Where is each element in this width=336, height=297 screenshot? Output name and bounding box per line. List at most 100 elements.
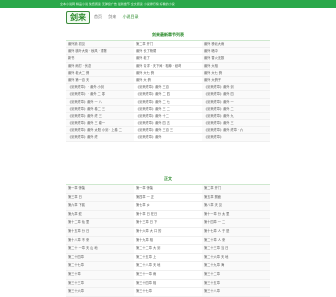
chapter-link[interactable]: 第十七章 人 于 是 (202, 227, 270, 236)
chapter-link[interactable]: 第十三章 日 下 (134, 219, 202, 227)
chapter-link[interactable]: 第六章 下载 (66, 202, 134, 210)
chapter-link[interactable]: 《剑来终章》番外 九 (202, 112, 270, 120)
chapter-link[interactable]: 《剑来终章》番外 卷二 三 (66, 105, 134, 112)
chapter-row: 第二十四章 第二十五章 上第二十六章 天 地 (66, 253, 270, 263)
breadcrumb-book-link[interactable]: 剑来 (108, 14, 116, 19)
chapter-link[interactable]: 第七章 乡 (134, 202, 202, 210)
chapter-link[interactable]: 《剑来终章》番外 三百 三 (134, 127, 202, 133)
chapter-link[interactable]: 第十五章 分 日 (66, 227, 134, 236)
chapter-link[interactable]: 《剑来终章》番外 二 七 (134, 99, 202, 105)
chapter-link[interactable]: 第二章 开门 (134, 41, 202, 47)
chapter-row: 第二十七章 第二十八章 天 地第二十九章 海 (66, 262, 270, 271)
chapter-link[interactable]: 番外 大鸽子 (202, 76, 270, 84)
chapter-link[interactable]: 第一章 惊蛰 (134, 185, 202, 193)
chapter-row: 第十五章 分 日第十六章 大 口 的第十七章 人 于 是 (66, 227, 270, 237)
chapter-link[interactable]: 第十八章 不 来 (66, 236, 134, 245)
chapter-link[interactable]: 第二十九章 海 (202, 262, 270, 270)
chapter-link[interactable]: 《剑来终章》 · 番外 二 零 (66, 91, 134, 98)
chapter-link[interactable]: 第三章 日 (66, 193, 134, 202)
chapter-row: 《剑来终章》番外 三 卷一 《剑来终章》番外 四 五《剑来终章》番外 三 (66, 120, 270, 128)
chapter-link[interactable]: 第三十三章 (66, 279, 134, 288)
chapter-link[interactable]: 第五章 照面 (202, 193, 270, 202)
chapter-link[interactable]: 第三十七章 (134, 288, 202, 296)
chapter-link[interactable]: 第十六章 大 口 的 (134, 228, 202, 236)
chapter-link[interactable]: 《剑来终章》番外 终 三 (66, 112, 134, 120)
chapter-link[interactable]: 第十章 日 在日 (134, 211, 202, 219)
chapter-link[interactable]: 《剑来终章》番外 三 (202, 120, 270, 127)
chapter-link[interactable]: 《剑来终章》番外 十二 (134, 113, 202, 119)
site-header: 剑来 首页 剑来 小说目录 (66, 10, 270, 26)
chapter-link[interactable]: 第十一章 分 太 里 (202, 210, 270, 219)
chapter-link[interactable]: 《剑来终章》番外 四 五 (134, 120, 202, 126)
chapter-link[interactable]: 第四章 一 正 (134, 194, 202, 202)
chapter-link[interactable]: 第二十七章 (66, 262, 134, 270)
chapter-link[interactable]: 番外 香火无数 (202, 55, 270, 62)
site-logo[interactable]: 剑来 (66, 11, 90, 24)
chapter-link[interactable]: 番外 桃叶大街 · 秋风 · 重陈 (66, 48, 134, 55)
chapter-link[interactable]: 《剑来终章》 · 番外 小剑 (66, 84, 134, 91)
chapter-link[interactable]: 第二十三章 当 日 (202, 245, 270, 253)
chapter-row: 番外 桃叶大街 · 秋风 · 重陈 番外 长了杨荫 番外 暗中 (66, 48, 270, 56)
chapter-link[interactable]: 第二十章 人 来 (202, 236, 270, 245)
chapter-link[interactable]: 第二十六章 天 地 (202, 253, 270, 262)
top-banner-text: 全本小说网 精品小说 免费阅读 无弹窗广告 最新章节 全文阅读 小说排行榜 好看… (60, 2, 175, 6)
chapter-row: 番外 第一百 天番外 大 鸽番外 大鸽子 (66, 76, 270, 85)
chapter-link[interactable]: 番外篇 初见 (66, 41, 134, 48)
chapter-link[interactable]: 《剑来终章》番外 三 卷一 (66, 120, 134, 127)
chapter-link[interactable]: 《剑来终章》番外 二 (202, 105, 270, 112)
chapter-link[interactable]: 第三十八章 (202, 288, 270, 296)
chapter-link[interactable]: 《剑来终章》 (202, 134, 270, 141)
chapter-row: 第三章 日第四章 一 正第五章 照面 (66, 193, 270, 203)
chapter-link[interactable]: 第二十 一章 天 山 地 (66, 245, 134, 253)
chapter-link[interactable]: 番外 桥北大雨 (202, 41, 270, 48)
chapter-link[interactable]: 番外 大相 (202, 62, 270, 69)
chapter-link[interactable]: 第三十章 (66, 270, 134, 279)
chapter-link[interactable]: 《剑来终章》番外 (134, 134, 202, 140)
chapter-link[interactable]: 第八章 天 见 (202, 202, 270, 210)
chapter-link[interactable]: 《剑来终章》番外 终章 · 六 (202, 127, 270, 134)
chapter-link[interactable]: 第九章 蛇 (66, 210, 134, 219)
chapter-link[interactable]: 第二章 开门 (202, 185, 270, 193)
breadcrumb-current: 小说目录 (122, 14, 139, 19)
chapter-row: 第三十六章 第三十七章 第三十八章 (66, 288, 270, 297)
chapter-row: 第十八章 不 来第十九章 相第二十章 人 来 (66, 236, 270, 246)
chapter-link[interactable]: 第三十二章 (202, 270, 270, 279)
chapter-link[interactable]: 第三十四章 相 (134, 280, 202, 288)
chapter-link[interactable]: 番外 大七 鸽 (134, 70, 202, 76)
chapter-link[interactable]: 《剑来终章》番外 太阳 小剑 · 上卷 二 (66, 127, 134, 134)
chapter-link[interactable]: 第二十五章 上 (134, 254, 202, 262)
chapter-link[interactable]: 《剑来终章》番外 剑 (202, 84, 270, 91)
chapter-link[interactable]: 第三十一章 雨 (134, 271, 202, 279)
chapter-link[interactable]: 番外 长了杨荫 (134, 48, 202, 54)
chapter-link[interactable]: 第二十四章 (66, 253, 134, 262)
chapter-link[interactable]: 《剑来终章》番外 二 四 (134, 91, 202, 97)
chapter-link[interactable]: 第三十六章 (66, 288, 134, 296)
main-chapters-title: 正文 (66, 174, 270, 185)
chapter-link[interactable]: 《剑来终章》番外 一 八 (66, 98, 134, 105)
breadcrumb-home-link[interactable]: 首页 (94, 14, 102, 19)
chapter-link[interactable]: 第二十八章 天 地 (134, 262, 202, 270)
chapter-link[interactable]: 第十九章 相 (134, 237, 202, 245)
chapter-link[interactable]: 番外 第一百 天 (66, 76, 134, 84)
chapter-link[interactable]: 番外 老大二 鸽 (66, 69, 134, 76)
chapter-link[interactable]: 《剑来终章》番外 四 (202, 91, 270, 98)
chapter-link[interactable]: 第二十二章 大 剑 (134, 245, 202, 253)
chapter-link[interactable]: 番外 雨打 · 伏念 (66, 62, 134, 69)
chapter-link[interactable]: 第十四章 一 二 (202, 219, 270, 227)
chapter-link[interactable]: 《剑来终章》番外 三 二 (134, 106, 202, 112)
chapter-link[interactable]: 番外 暗中 (202, 48, 270, 55)
chapter-link[interactable]: 《剑来终章》番外 一 (202, 98, 270, 105)
chapter-row: 第六章 下载 第七章 乡第八章 天 见 (66, 202, 270, 211)
chapter-link[interactable]: 第十二章 仙 里 (66, 219, 134, 227)
chapter-link[interactable]: 新书 (66, 55, 134, 62)
chapter-row: 《剑来终章》番外 太阳 小剑 · 上卷 二《剑来终章》番外 三百 三《剑来终章》… (66, 127, 270, 135)
chapter-link[interactable]: 番外 青洋 · 天下间 · 相尊 · 纸鸢 (134, 63, 202, 69)
chapter-link[interactable]: 番外 大 鸽 (134, 77, 202, 83)
chapter-link[interactable]: 《剑来终章》番外 三百 (134, 84, 202, 90)
chapter-link[interactable]: 第三十五章 (202, 279, 270, 288)
chapter-link[interactable]: 第一章 惊蛰 (66, 185, 134, 193)
chapter-link[interactable]: 番外 大七 鸽 (202, 69, 270, 76)
chapter-link[interactable]: 番外 老了 (134, 55, 202, 61)
chapter-row: 第九章 蛇第十章 日 在日 第十一章 分 太 里 (66, 210, 270, 220)
chapter-link[interactable]: 《剑来终章》番外 终 (66, 134, 134, 141)
